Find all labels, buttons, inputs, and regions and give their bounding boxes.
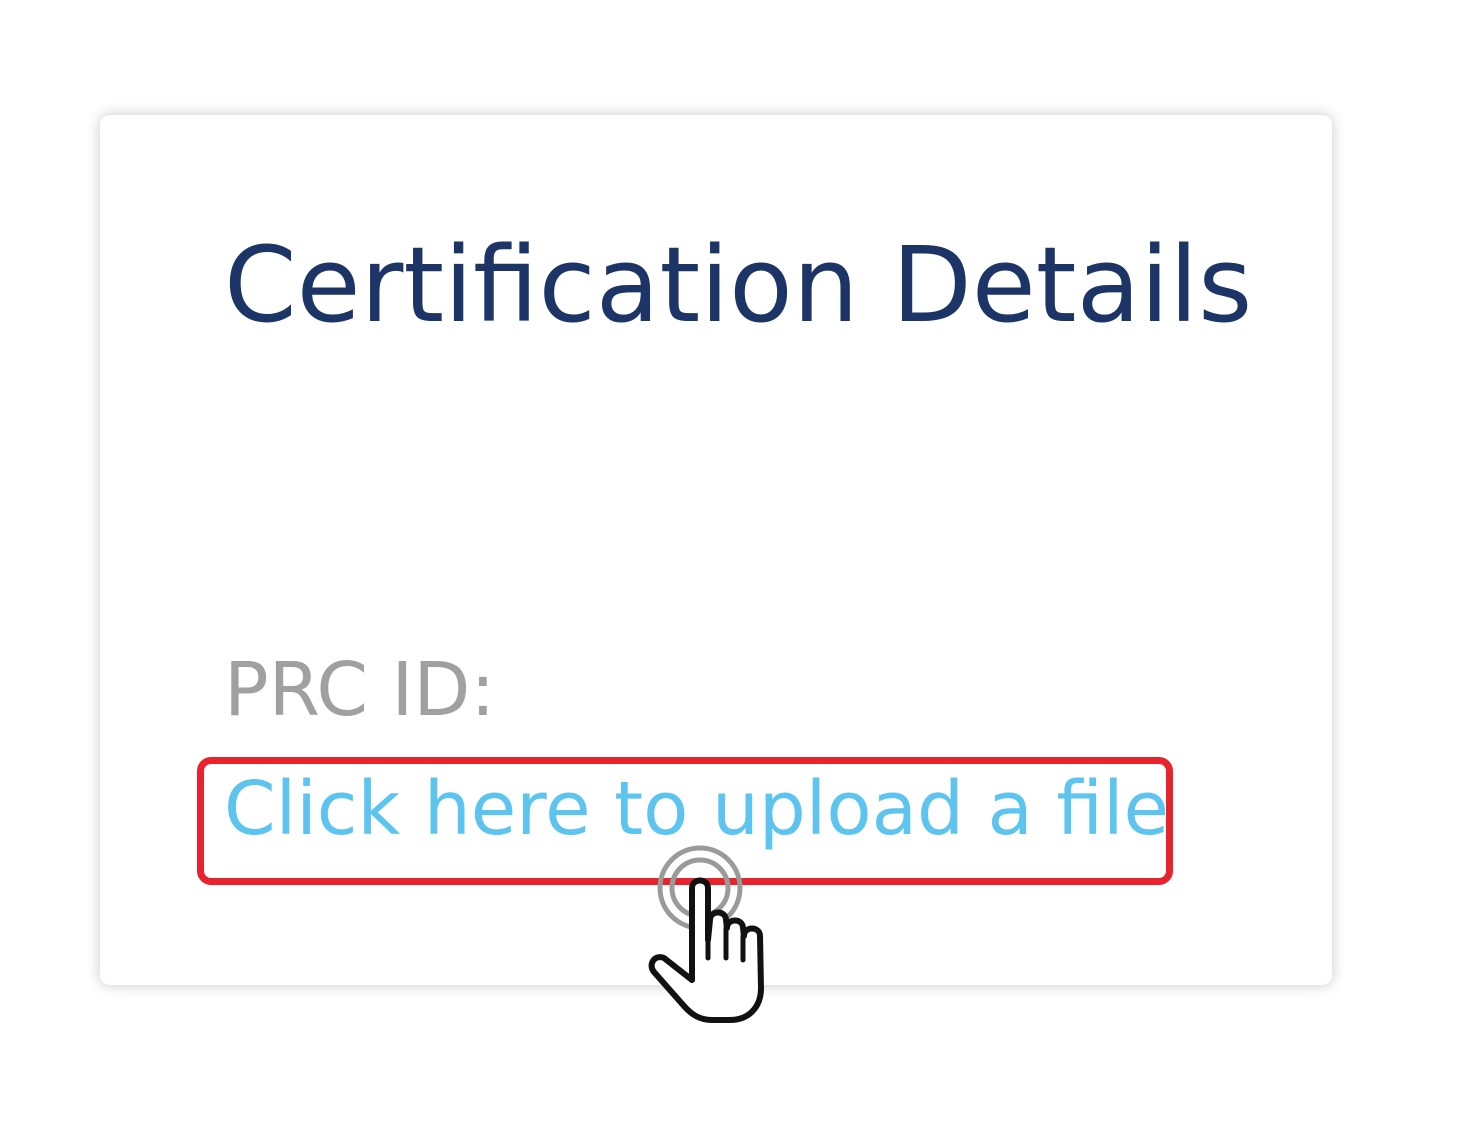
upload-file-link[interactable]: Click here to upload a file bbox=[224, 772, 1169, 846]
prc-id-label: PRC ID: bbox=[224, 647, 496, 733]
card-title: Certification Details bbox=[224, 224, 1253, 346]
pointing-hand-tap-icon bbox=[648, 845, 764, 1023]
